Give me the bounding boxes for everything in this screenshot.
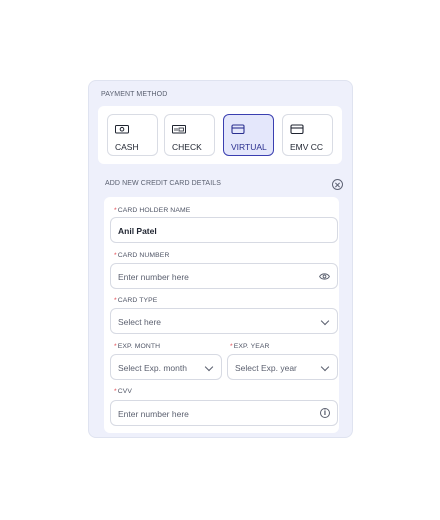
required-marker: * [114, 388, 117, 395]
exp-year-select[interactable]: Select Exp. year [227, 354, 338, 380]
payment-method-heading: PAYMENT METHOD [101, 91, 168, 98]
eye-icon[interactable] [319, 272, 330, 281]
info-icon[interactable]: i [320, 408, 330, 418]
cvv-label-text: CVV [117, 388, 133, 395]
exp-month-placeholder: Select Exp. month [118, 363, 187, 373]
payment-method-options: CASH CHECK VIRTUAL EMV CC [98, 106, 342, 164]
chevron-down-icon [320, 362, 330, 372]
card-holder-name-label: *CARD HOLDER NAME [114, 207, 190, 214]
payment-method-label: CHECK [172, 142, 202, 152]
payment-panel: PAYMENT METHOD CASH CHECK VIRTUAL EMV CC… [88, 80, 353, 438]
card-details-form: *CARD HOLDER NAME Anil Patel *CARD NUMBE… [104, 197, 339, 433]
exp-month-label: *EXP. MONTH [114, 343, 160, 350]
card-type-select[interactable]: Select here [110, 308, 338, 334]
exp-month-label-text: EXP. MONTH [117, 343, 161, 350]
cvv-label: *CVV [114, 388, 132, 395]
required-marker: * [114, 297, 117, 304]
required-marker: * [114, 207, 117, 214]
chevron-down-icon [320, 316, 330, 326]
required-marker: * [114, 252, 117, 259]
chevron-down-icon [204, 362, 214, 372]
card-number-placeholder: Enter number here [118, 272, 189, 282]
cvv-placeholder: Enter number here [118, 409, 189, 419]
cash-icon [115, 125, 129, 134]
card-holder-name-input[interactable]: Anil Patel [110, 217, 338, 243]
payment-method-label: VIRTUAL [231, 142, 267, 152]
card-details-heading: ADD NEW CREDIT CARD DETAILS [105, 180, 222, 187]
required-marker: * [230, 343, 233, 350]
card-type-placeholder: Select here [118, 317, 161, 327]
check-icon [172, 125, 186, 134]
payment-method-virtual[interactable]: VIRTUAL [223, 114, 274, 156]
card-type-label: *CARD TYPE [114, 297, 157, 304]
exp-month-select[interactable]: Select Exp. month [110, 354, 222, 380]
exp-year-placeholder: Select Exp. year [235, 363, 297, 373]
card-number-label-text: CARD NUMBER [117, 252, 170, 259]
card-holder-name-label-text: CARD HOLDER NAME [117, 207, 191, 214]
exp-year-label-text: EXP. YEAR [233, 343, 270, 350]
payment-method-cash[interactable]: CASH [107, 114, 158, 156]
card-type-label-text: CARD TYPE [117, 297, 158, 304]
card-icon [290, 124, 304, 134]
exp-year-label: *EXP. YEAR [230, 343, 270, 350]
cvv-input[interactable]: Enter number here i [110, 400, 338, 426]
card-number-input[interactable]: Enter number here [110, 263, 338, 289]
payment-method-label: EMV CC [290, 142, 324, 152]
card-number-label: *CARD NUMBER [114, 252, 169, 259]
card-holder-name-value: Anil Patel [118, 226, 157, 236]
close-icon[interactable] [332, 179, 343, 190]
payment-method-emv-cc[interactable]: EMV CC [282, 114, 333, 156]
required-marker: * [114, 343, 117, 350]
payment-method-label: CASH [115, 142, 139, 152]
card-icon [231, 124, 245, 134]
payment-method-check[interactable]: CHECK [164, 114, 215, 156]
